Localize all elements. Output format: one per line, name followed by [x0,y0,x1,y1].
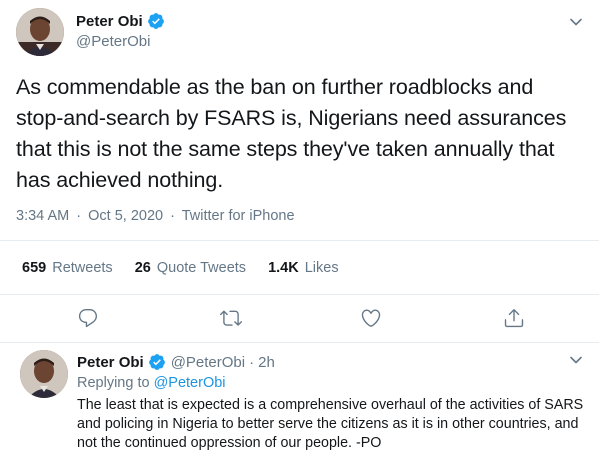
tweet-date[interactable]: Oct 5, 2020 [88,208,163,224]
meta-separator: · [76,208,82,224]
reply-icon [78,309,98,328]
reply-text: The least that is expected is a comprehe… [77,397,584,451]
likes-label: Likes [304,259,339,276]
replying-handle-link[interactable]: @PeterObi [154,375,226,391]
reply-button[interactable] [76,306,100,330]
share-icon [504,309,524,328]
heart-icon [361,309,381,327]
quotes-count: 26 [134,259,151,276]
author-handle[interactable]: @PeterObi [76,33,150,50]
reply-age[interactable]: 2h [258,354,275,371]
retweet-icon [220,310,242,326]
replying-to: Replying to @PeterObi [77,375,226,391]
tweet-source[interactable]: Twitter for iPhone [182,208,295,224]
replying-label: Replying to [77,375,150,391]
tweet-actions [0,296,599,342]
likes-count: 1.4K [268,259,299,276]
author-name[interactable]: Peter Obi [76,13,143,30]
share-button[interactable] [502,306,526,330]
tweet-time[interactable]: 3:34 AM [16,208,69,224]
quote-tweets-stat[interactable]: 26 Quote Tweets [135,260,246,276]
main-tweet: Peter Obi @PeterObi As commendable as th… [0,0,599,343]
tweet-text: As commendable as the ban on further roa… [16,75,567,192]
likes-stat[interactable]: 1.4K Likes [268,260,339,276]
retweets-label: Retweets [52,259,113,276]
retweets-count: 659 [22,259,47,276]
like-button[interactable] [359,306,383,330]
verified-badge-icon [147,13,164,29]
retweet-button[interactable] [219,306,243,330]
tweet-stats: 659 Retweets 26 Quote Tweets 1.4K Likes [0,240,599,295]
avatar[interactable] [16,8,64,56]
retweets-stat[interactable]: 659 Retweets [22,260,113,276]
verified-badge-icon [148,354,165,370]
reply-avatar[interactable] [20,350,68,398]
meta-separator: · [170,208,175,224]
reply-author-name[interactable]: Peter Obi [77,354,144,371]
author-row: Peter Obi [76,12,165,30]
tweet-meta: 3:34 AM · Oct 5, 2020 · Twitter for iPho… [16,208,295,224]
reply-author-row: Peter Obi @PeterObi · 2h [77,353,275,371]
reply-separator: · [249,353,255,371]
quotes-label: Quote Tweets [156,259,247,276]
chevron-down-icon[interactable] [566,12,586,32]
chevron-down-icon[interactable] [566,350,586,370]
reply-author-handle[interactable]: @PeterObi [171,354,245,371]
